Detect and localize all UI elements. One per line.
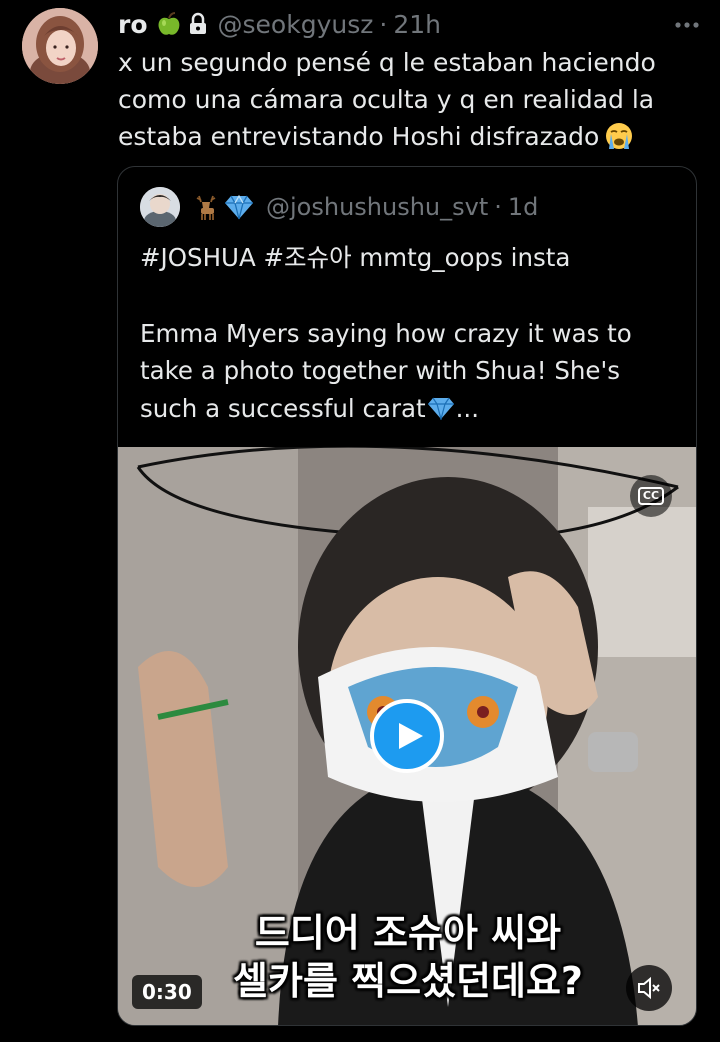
quoted-tweet-text: #JOSHUA #조슈아 mmtg_oops insta Emma Myers … — [140, 239, 680, 427]
timestamp[interactable]: 21h — [393, 10, 441, 39]
tweet[interactable]: ro @seokgyusz · 21h x un segundo pensé q… — [0, 0, 720, 1042]
muted-speaker-icon — [638, 976, 660, 1000]
quoted-text-line[interactable]: #JOSHUA #조슈아 mmtg_oops insta — [140, 239, 680, 277]
more-options-icon[interactable] — [670, 10, 704, 40]
quoted-text-line: such a successful carat ... — [140, 390, 680, 428]
play-icon — [398, 723, 423, 749]
quoted-text-line-content: such a successful carat — [140, 393, 426, 423]
tweet-header: ro @seokgyusz · 21h — [118, 6, 441, 42]
play-button[interactable] — [370, 699, 444, 773]
quoted-avatar[interactable] — [140, 187, 180, 227]
tweet-text-line: como una cámara oculta y q en realidad l… — [118, 85, 655, 114]
cc-label: CC — [637, 487, 665, 505]
quoted-tweet-header: @joshushushu_svt · 1d — [140, 187, 538, 227]
separator-dot: · — [494, 193, 502, 221]
display-name[interactable]: ro — [118, 10, 148, 39]
gem-stone-emoji — [222, 193, 256, 221]
gem-stone-emoji — [426, 393, 456, 421]
ellipsis: ... — [455, 393, 480, 423]
quoted-timestamp[interactable]: 1d — [508, 193, 539, 221]
mute-button[interactable] — [626, 965, 672, 1011]
video-duration: 0:30 — [132, 975, 202, 1009]
video-player[interactable]: CC 드디어 조슈아 씨와 셀카를 찍으셨던데요? 0:30 — [118, 447, 696, 1025]
lock-icon — [188, 12, 208, 36]
tweet-text: x un segundo pensé q le estaban haciendo… — [118, 44, 698, 155]
avatar[interactable] — [22, 8, 98, 84]
quoted-text-line: take a photo together with Shua! She's — [140, 356, 620, 385]
closed-captions-button[interactable]: CC — [630, 475, 672, 517]
tweet-text-line: estaba entrevistando Hoshi disfrazado — [118, 118, 698, 155]
video-subtitle: 드디어 조슈아 씨와 셀카를 찍으셨던데요? — [118, 909, 696, 1005]
deer-emoji — [192, 193, 220, 221]
green-apple-emoji — [156, 11, 182, 37]
loudly-crying-face-emoji — [605, 122, 633, 150]
tweet-text-line-content: estaba entrevistando Hoshi disfrazado — [118, 122, 600, 151]
subtitle-line: 셀카를 찍으셨던데요? — [233, 959, 583, 1003]
quoted-handle[interactable]: @joshushushu_svt — [266, 193, 488, 221]
quoted-text-line: Emma Myers saying how crazy it was to — [140, 318, 632, 348]
quoted-tweet-card[interactable]: @joshushushu_svt · 1d #JOSHUA #조슈아 mmtg_… — [117, 166, 697, 1026]
tweet-text-line: x un segundo pensé q le estaban haciendo — [118, 48, 656, 77]
subtitle-line: 드디어 조슈아 씨와 — [254, 911, 562, 955]
separator-dot: · — [379, 9, 388, 39]
handle[interactable]: @seokgyusz — [218, 10, 374, 39]
